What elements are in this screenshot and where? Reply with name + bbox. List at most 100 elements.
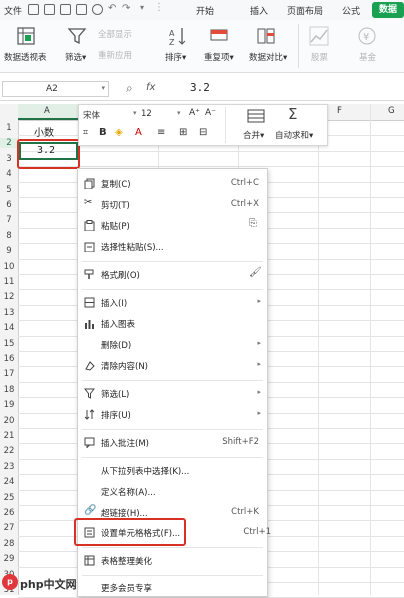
row-label-5[interactable]: 5 [0, 185, 18, 195]
ribbon-show-all[interactable]: 全部显示 [98, 28, 132, 40]
fx-icon[interactable]: fx [146, 82, 155, 93]
merge-button[interactable]: 合并▾ [243, 129, 264, 141]
chevron-down-icon[interactable]: ▾ [101, 84, 105, 92]
menu-item-pick-from-list[interactable]: 从下拉列表中选择(K)... [78, 461, 267, 481]
menu-item-insert[interactable]: 插入(I) ▸ [78, 293, 267, 313]
row-label-9[interactable]: 9 [0, 246, 18, 256]
row-label-17[interactable]: 17 [0, 369, 18, 379]
tab-insert[interactable]: 插入 [250, 4, 268, 17]
menu-item-format-painter[interactable]: 格式刷(O) 🖌 [78, 265, 267, 285]
column-label-f[interactable]: F [337, 106, 342, 116]
menu-item-delete[interactable]: 删除(D) ▸ [78, 335, 267, 355]
file-menu[interactable]: 文件 [4, 4, 22, 17]
menu-item-more-vip[interactable]: 更多会员专享 [78, 578, 267, 598]
cell-a1[interactable]: 小数 [34, 124, 54, 139]
print-preview-icon[interactable] [76, 4, 87, 15]
row-label-7[interactable]: 7 [0, 215, 18, 225]
menu-item-define-name[interactable]: 定义名称(A)... [78, 482, 267, 502]
export-icon[interactable] [44, 4, 55, 15]
column-label-g[interactable]: G [388, 106, 395, 116]
chevron-down-icon[interactable]: ▾ [133, 109, 137, 117]
tab-data-active[interactable]: 数据 [372, 2, 404, 18]
undo-icon-arrow[interactable]: ↶ [108, 3, 116, 14]
chevron-down-icon[interactable]: ▾ [177, 109, 181, 117]
row-label-11[interactable]: 11 [0, 277, 18, 287]
row-label-20[interactable]: 20 [0, 416, 18, 426]
menu-item-insert-chart[interactable]: 插入图表 [78, 314, 267, 334]
font-color-icon[interactable]: A [135, 127, 142, 138]
row-label-13[interactable]: 13 [0, 308, 18, 318]
menu-item-filter[interactable]: 筛选(L) ▸ [78, 384, 267, 404]
row-label-10[interactable]: 10 [0, 262, 18, 272]
row-label-4[interactable]: 4 [0, 169, 18, 179]
menu-item-copy[interactable]: 复制(C) Ctrl+C [78, 174, 267, 194]
align-icon[interactable]: ≡ [157, 127, 165, 138]
formula-input[interactable]: 3.2 [190, 81, 210, 94]
filter-icon [84, 388, 95, 399]
row-label-1[interactable]: 1 [0, 123, 18, 133]
grow-font-icon[interactable]: A⁺ [189, 108, 200, 118]
menu-item-cut[interactable]: ✂ 剪切(T) Ctrl+X [78, 195, 267, 215]
ribbon-sort[interactable]: 排序▾ [165, 51, 186, 63]
autosum-button[interactable]: 自动求和▾ [275, 129, 313, 141]
shrink-font-icon[interactable]: A⁻ [205, 108, 216, 118]
fill-color-icon[interactable]: ◈ [115, 127, 123, 138]
menu-label: 从下拉列表中选择(K)... [101, 467, 190, 477]
tab-home[interactable]: 开始 [196, 4, 214, 17]
menu-separator [82, 547, 263, 548]
tab-page-layout[interactable]: 页面布局 [287, 4, 323, 17]
row-label-29[interactable]: 29 [0, 554, 18, 564]
row-label-26[interactable]: 26 [0, 508, 18, 518]
row-label-28[interactable]: 28 [0, 539, 18, 549]
row-label-14[interactable]: 14 [0, 323, 18, 333]
bold-icon[interactable]: B [99, 127, 107, 138]
ribbon-duplicates[interactable]: 重复项▾ [204, 51, 234, 63]
ribbon-pivot-table[interactable]: 数据透视表 [4, 51, 47, 63]
row-label-8[interactable]: 8 [0, 231, 18, 241]
row-label-3[interactable]: 3 [0, 154, 18, 164]
tab-formulas[interactable]: 公式 [342, 4, 360, 17]
row-label-27[interactable]: 27 [0, 523, 18, 533]
row-label-24[interactable]: 24 [0, 477, 18, 487]
row-label-23[interactable]: 23 [0, 462, 18, 472]
menu-item-paste-special[interactable]: 选择性粘贴(S)... [78, 237, 267, 257]
row-label-18[interactable]: 18 [0, 385, 18, 395]
ribbon-filter[interactable]: 筛选▾ [65, 51, 86, 63]
row-label-6[interactable]: 6 [0, 200, 18, 210]
row-label-2[interactable]: 2 [0, 138, 18, 149]
ribbon-reapply[interactable]: 重新应用 [98, 49, 132, 61]
insert-icon [84, 297, 95, 308]
menu-item-clear[interactable]: 清除内容(N) ▸ [78, 356, 267, 376]
print-icon[interactable] [60, 4, 71, 15]
menu-item-beautify[interactable]: 表格整理美化 [78, 551, 267, 571]
zoom-icon[interactable]: ⌕ [126, 81, 133, 96]
menu-separator [82, 429, 263, 430]
more-icon[interactable]: ⋮ [154, 2, 164, 13]
ribbon-compare[interactable]: 数据对比▾ [249, 51, 287, 63]
name-box[interactable]: A2 ▾ [2, 81, 109, 97]
font-size-select[interactable]: 12 [141, 109, 152, 119]
row-label-16[interactable]: 16 [0, 354, 18, 364]
redo-icon[interactable]: ↷ [122, 3, 130, 14]
font-name-select[interactable]: 宋体 [83, 109, 100, 121]
ribbon-stock[interactable]: 股票 [311, 51, 328, 63]
number-format-icon[interactable]: ⊟ [199, 127, 207, 138]
undo-icon[interactable] [92, 4, 103, 15]
row-label-21[interactable]: 21 [0, 431, 18, 441]
paste-options-icon[interactable]: ⎘ [249, 218, 257, 229]
menu-item-paste[interactable]: 粘贴(P) ⎘ [78, 216, 267, 236]
brush-icon[interactable]: 🖌 [249, 267, 262, 278]
save-icon[interactable] [28, 4, 39, 15]
ribbon-fund[interactable]: 基金 [359, 51, 376, 63]
row-label-22[interactable]: 22 [0, 446, 18, 456]
row-label-15[interactable]: 15 [0, 339, 18, 349]
row-label-19[interactable]: 19 [0, 400, 18, 410]
border-icon[interactable]: ⊞ [179, 127, 187, 138]
menu-item-insert-comment[interactable]: 插入批注(M) Shift+F2 [78, 433, 267, 453]
row-label-12[interactable]: 12 [0, 292, 18, 302]
menu-item-sort[interactable]: 排序(U) ▸ [78, 405, 267, 425]
row-label-25[interactable]: 25 [0, 493, 18, 503]
column-label-a[interactable]: A [44, 106, 50, 116]
customize-dropdown-icon[interactable]: ▾ [140, 3, 144, 12]
format-icon[interactable]: ⌗ [83, 128, 88, 138]
